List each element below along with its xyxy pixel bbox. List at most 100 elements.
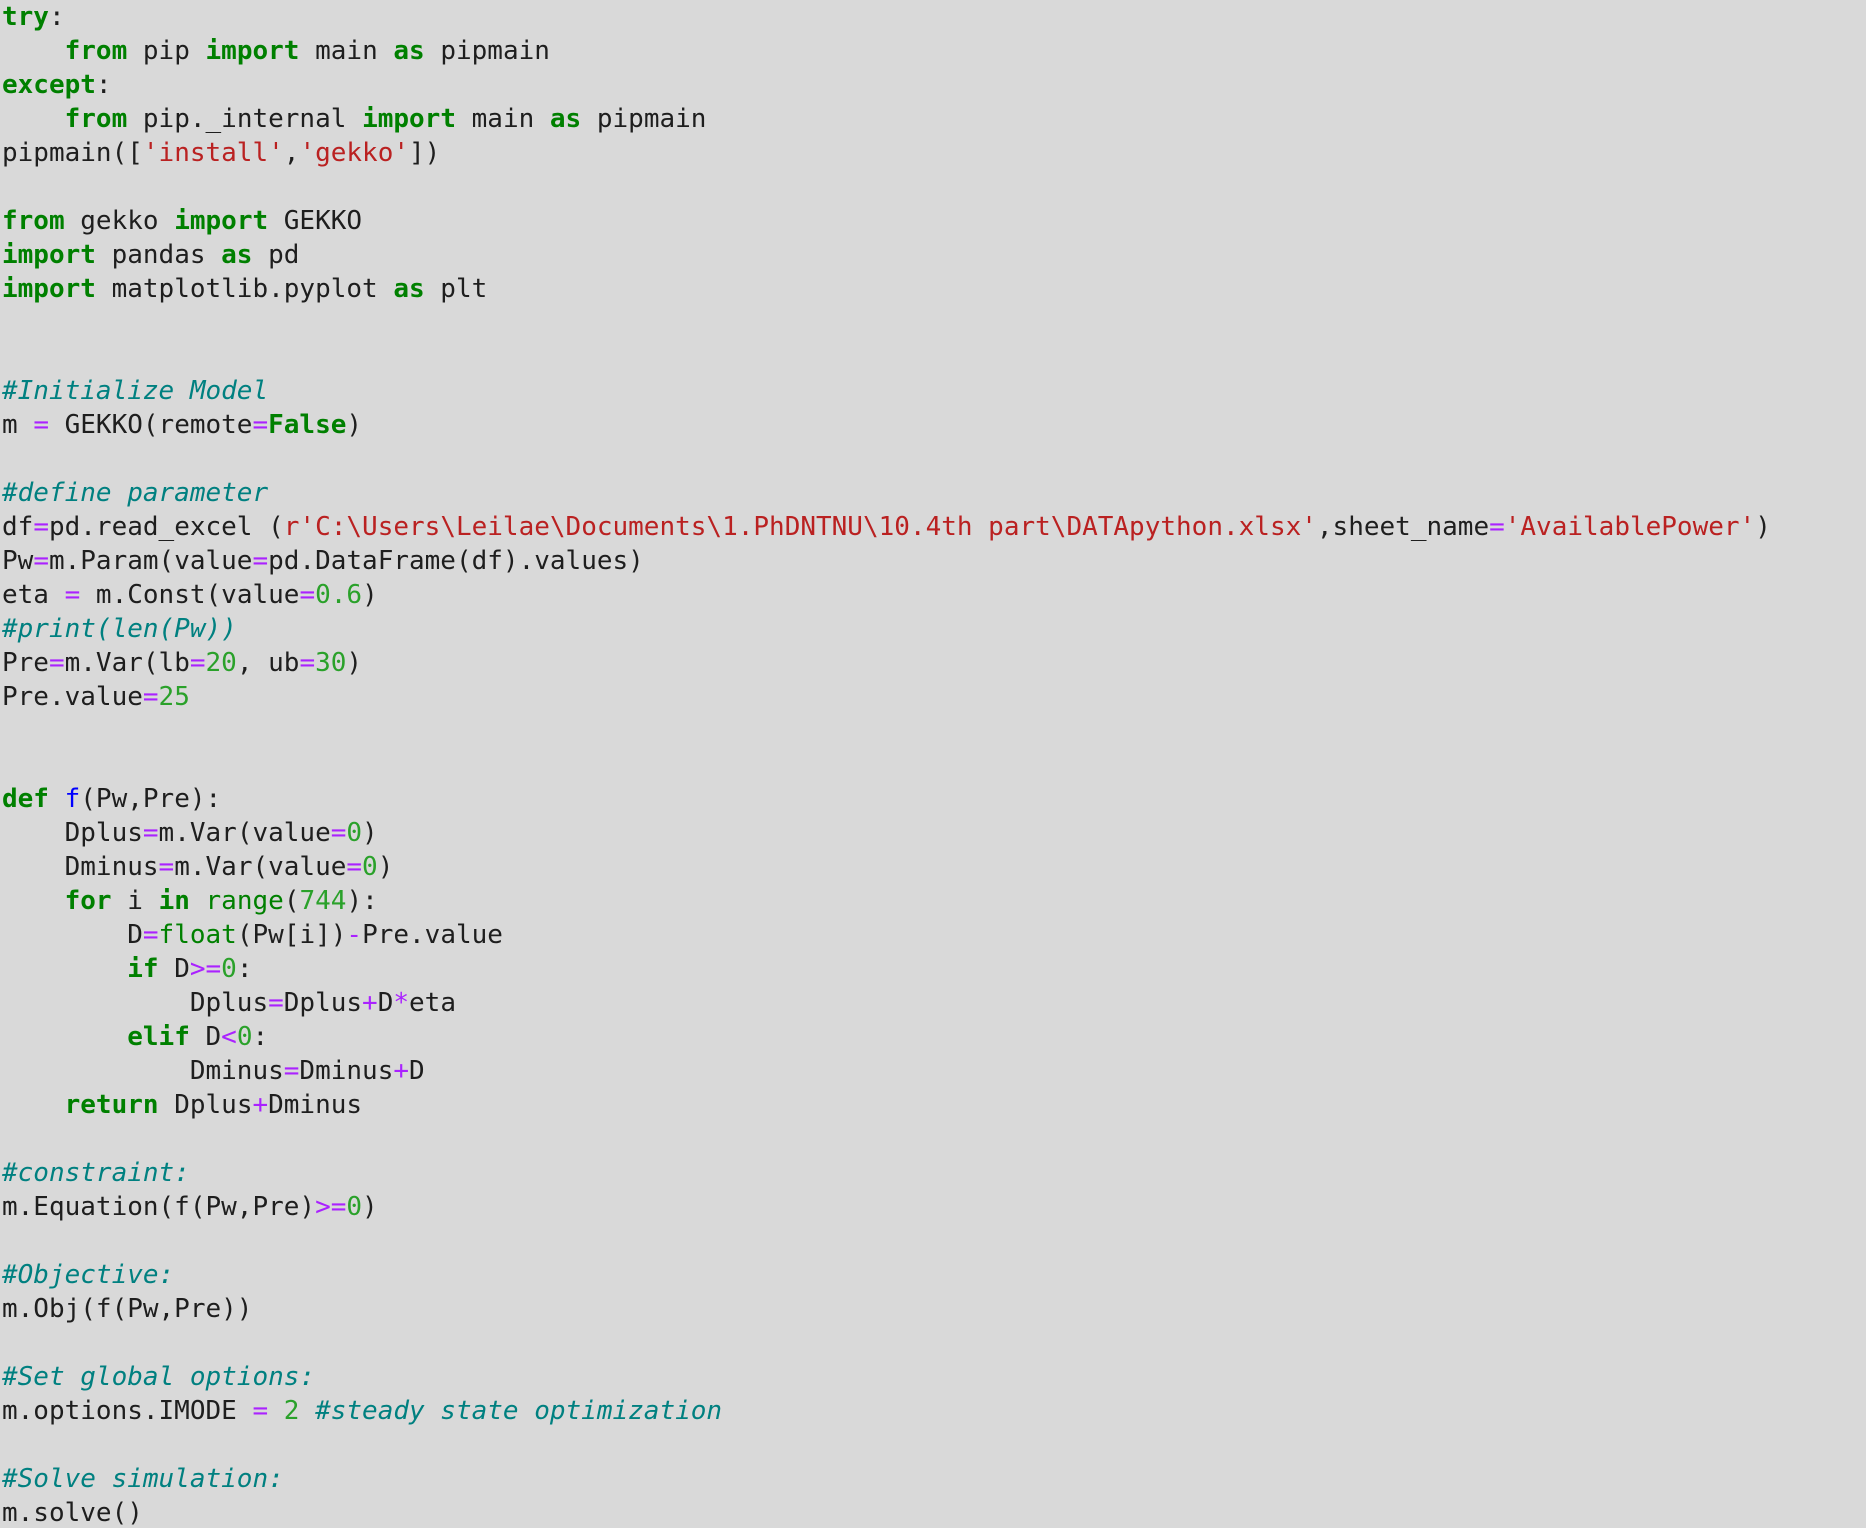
code-line: Dplus=Dplus+D*eta: [2, 986, 1771, 1020]
code-token: (Pw,Pre):: [80, 784, 222, 814]
code-token: m.Var(value: [158, 818, 331, 848]
code-line: try:: [2, 0, 1771, 34]
code-token: :: [95, 70, 112, 100]
number-token: 0.6: [315, 580, 363, 610]
code-token: Dminus: [2, 1056, 284, 1086]
keyword-token: False: [268, 410, 347, 440]
operator-token: =: [299, 580, 316, 610]
code-block[interactable]: try: from pip import main as pipmain exce…: [2, 0, 1771, 1528]
code-token: ): [1755, 512, 1771, 542]
number-token: 0: [362, 852, 378, 882]
code-line: #Objective:: [2, 1258, 1771, 1292]
code-editor[interactable]: try: from pip import main as pipmain exce…: [0, 0, 1866, 1528]
keyword-token: import: [205, 36, 300, 66]
code-token: pip._internal: [127, 104, 363, 134]
keyword-token: except: [2, 70, 96, 100]
code-token: main: [299, 36, 394, 66]
keyword-token: def: [2, 784, 49, 814]
code-token: pd: [252, 240, 300, 270]
code-token: m.options.IMODE: [2, 1396, 253, 1426]
code-line: m.solve(): [2, 1496, 1771, 1528]
code-line: return Dplus+Dminus: [2, 1088, 1771, 1122]
code-line: Pre.value=25: [2, 680, 1771, 714]
code-token: Dplus: [283, 988, 363, 1018]
keyword-token: import: [362, 104, 456, 134]
number-token: 25: [158, 682, 190, 712]
code-token: ): [362, 818, 378, 848]
code-token: m.solve(): [2, 1498, 143, 1528]
code-token: :: [48, 2, 65, 32]
operator-token: +: [362, 988, 378, 1018]
keyword-token: import: [2, 240, 96, 270]
comment-token: #Set global options:: [2, 1362, 316, 1392]
code-token: pipmain: [424, 36, 550, 66]
keyword-token: if: [127, 954, 159, 984]
code-token: , ub: [236, 648, 300, 678]
code-line: eta = m.Const(value=0.6): [2, 578, 1771, 612]
operator-token: <: [221, 1022, 237, 1052]
operator-token: =: [299, 648, 316, 678]
code-token: ): [362, 580, 378, 610]
keyword-token: as: [393, 274, 425, 304]
keyword-token: from: [2, 206, 65, 236]
code-token: (: [283, 886, 300, 916]
code-token: pipmain: [581, 104, 707, 134]
code-line: for i in range(744):: [2, 884, 1771, 918]
code-line: m.Equation(f(Pw,Pre)>=0): [2, 1190, 1771, 1224]
code-token: pandas: [95, 240, 222, 270]
code-token: ): [346, 410, 363, 440]
code-token: eta: [409, 988, 456, 1018]
code-token: ,: [283, 138, 300, 168]
keyword-token: as: [221, 240, 253, 270]
code-token: i: [111, 886, 159, 916]
string-token: r'C:\Users\Leilae\Documents\1.PhDNTNU\10…: [283, 512, 1317, 542]
operator-token: =: [330, 818, 347, 848]
code-line: #Solve simulation:: [2, 1462, 1771, 1496]
code-line: df=pd.read_excel (r'C:\Users\Leilae\Docu…: [2, 510, 1771, 544]
keyword-token: return: [64, 1090, 159, 1120]
code-token: Pw: [2, 546, 34, 576]
operator-token: =: [33, 410, 49, 440]
operator-token: =: [33, 512, 49, 542]
string-token: 'AvailablePower': [1504, 512, 1756, 542]
code-line: from gekko import GEKKO: [2, 204, 1771, 238]
number-token: 30: [315, 648, 347, 678]
keyword-token: import: [174, 206, 269, 236]
code-token: m.Var(lb: [64, 648, 190, 678]
operator-token: =: [189, 648, 206, 678]
code-token: D: [2, 920, 143, 950]
code-token: pd.DataFrame(df).values): [268, 546, 644, 576]
code-token: Dminus: [2, 852, 159, 882]
string-token: 'install': [142, 138, 284, 168]
operator-token: =: [158, 852, 175, 882]
operator-token: =: [142, 682, 159, 712]
code-token: ]): [409, 138, 441, 168]
code-line: Pre=m.Var(lb=20, ub=30): [2, 646, 1771, 680]
operator-token: =: [346, 852, 363, 882]
builtin-token: float: [158, 920, 237, 950]
operator-token: +: [393, 1056, 409, 1086]
code-token: D: [377, 988, 394, 1018]
code-line: #Set global options:: [2, 1360, 1771, 1394]
code-token: D: [158, 954, 190, 984]
code-line: #define parameter: [2, 476, 1771, 510]
comment-token: #define parameter: [2, 478, 269, 508]
operator-token: =: [252, 1396, 269, 1426]
operator-token: =: [268, 988, 284, 1018]
code-token: GEKKO(remote: [48, 410, 253, 440]
code-line: import pandas as pd: [2, 238, 1771, 272]
keyword-token: try: [2, 2, 49, 32]
code-token: m.Equation(f(Pw,Pre): [2, 1192, 316, 1222]
code-line: Dplus=m.Var(value=0): [2, 816, 1771, 850]
operator-token: =: [64, 580, 81, 610]
code-line: pipmain(['install','gekko']): [2, 136, 1771, 170]
